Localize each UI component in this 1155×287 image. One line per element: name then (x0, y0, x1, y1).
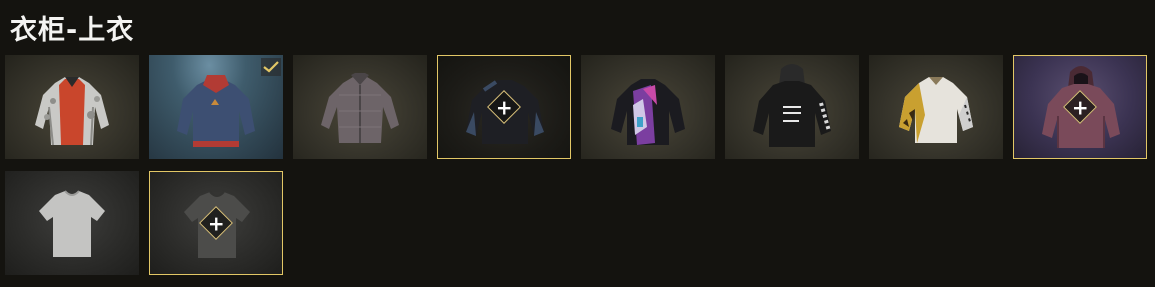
wardrobe-item-purple-patch-jacket[interactable] (581, 55, 715, 159)
wardrobe-grid: + + + (5, 55, 1150, 287)
wardrobe-item-red-white-camo-jacket[interactable] (5, 55, 139, 159)
wardrobe-row: + (5, 55, 1150, 159)
wardrobe-item-black-hoodie[interactable] (725, 55, 859, 159)
wardrobe-row: + (5, 171, 1150, 275)
wardrobe-item-white-tshirt[interactable] (5, 171, 139, 275)
equipped-badge (261, 58, 281, 76)
wardrobe-item-maroon-hoodie[interactable]: + (1013, 55, 1147, 159)
page-title: 衣柜-上衣 (10, 15, 135, 46)
jacket-icon (35, 77, 109, 146)
plus-icon: + (1071, 94, 1089, 119)
wardrobe-item-gold-white-jacket[interactable] (869, 55, 1003, 159)
wardrobe-item-grey-button-shirt[interactable] (293, 55, 427, 159)
jacket-icon (611, 79, 685, 145)
plus-icon: + (495, 94, 513, 119)
wardrobe-item-grey-tshirt[interactable]: + (149, 171, 283, 275)
check-icon (263, 61, 279, 73)
tshirt-icon (39, 190, 105, 257)
wardrobe-item-black-sweater[interactable]: + (437, 55, 571, 159)
jacket-icon (899, 77, 973, 143)
plus-icon: + (207, 210, 225, 235)
hoodie-icon (753, 64, 831, 147)
shirt-icon (321, 73, 399, 143)
wardrobe-item-blue-sweater[interactable] (149, 55, 283, 159)
